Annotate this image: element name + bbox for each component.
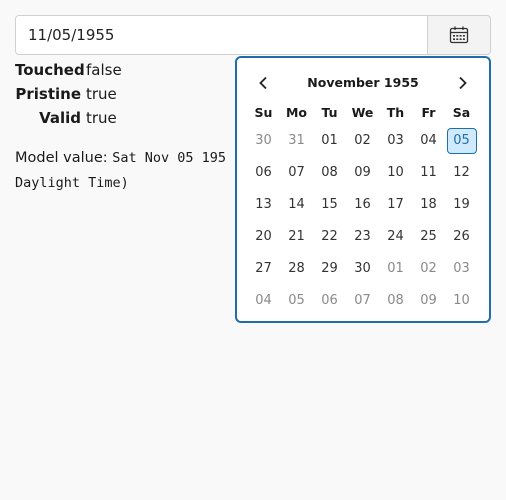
calendar-day[interactable]: 26 <box>447 224 477 250</box>
calendar-day[interactable]: 16 <box>348 192 378 218</box>
model-value: Model value: Sat Nov 05 195 Daylight Tim… <box>15 146 247 198</box>
calendar-day[interactable]: 31 <box>282 128 312 154</box>
model-label: Model value: <box>15 150 108 166</box>
calendar-day[interactable]: 08 <box>381 288 411 314</box>
model-value-text-cont: Daylight Time) <box>15 175 129 191</box>
calendar-day[interactable]: 07 <box>282 160 312 186</box>
calendar-day[interactable]: 21 <box>282 224 312 250</box>
calendar-day[interactable]: 22 <box>315 224 345 250</box>
status-label: Pristine <box>15 85 81 103</box>
calendar-day[interactable]: 23 <box>348 224 378 250</box>
calendar-day-selected[interactable]: 05 <box>446 128 477 154</box>
weekday-header: Fr <box>421 105 436 120</box>
status-label: Touched <box>15 61 85 79</box>
weekday-header: We <box>351 105 374 120</box>
next-month-button[interactable] <box>451 72 475 94</box>
weekday-header: Th <box>386 105 405 120</box>
calendar-day[interactable]: 30 <box>249 128 279 154</box>
calendar-day[interactable]: 24 <box>381 224 411 250</box>
calendar-day[interactable]: 10 <box>381 160 411 186</box>
calendar-day[interactable]: 09 <box>348 160 378 186</box>
calendar-day[interactable]: 11 <box>414 160 444 186</box>
status-value: false <box>86 61 122 79</box>
datepicker-popup: November 1955 Su Mo Tu We Th Fr Sa 30 31 01 02 03 04… <box>235 56 491 323</box>
calendar-day[interactable]: 06 <box>249 160 279 186</box>
calendar-day[interactable]: 12 <box>447 160 477 186</box>
date-input[interactable]: 11/05/1955 <box>15 15 427 55</box>
calendar-day[interactable]: 20 <box>249 224 279 250</box>
calendar-day[interactable]: 07 <box>348 288 378 314</box>
calendar-icon <box>449 26 469 44</box>
calendar-day[interactable]: 15 <box>315 192 345 218</box>
chevron-right-icon <box>459 76 467 90</box>
calendar-day[interactable]: 03 <box>381 128 411 154</box>
calendar-day[interactable]: 02 <box>348 128 378 154</box>
calendar-day[interactable]: 03 <box>447 256 477 282</box>
calendar-day[interactable]: 01 <box>381 256 411 282</box>
calendar-day[interactable]: 04 <box>249 288 279 314</box>
calendar-day[interactable]: 10 <box>447 288 477 314</box>
weekday-header: Tu <box>321 105 338 120</box>
model-value-text: Sat Nov 05 195 <box>112 150 227 166</box>
calendar-day[interactable]: 02 <box>414 256 444 282</box>
calendar-day[interactable]: 17 <box>381 192 411 218</box>
calendar-day[interactable]: 05 <box>282 288 312 314</box>
status-label: Valid <box>39 109 81 127</box>
calendar-day[interactable]: 30 <box>348 256 378 282</box>
calendar-day[interactable]: 09 <box>414 288 444 314</box>
calendar-day[interactable]: 25 <box>414 224 444 250</box>
calendar-day[interactable]: 04 <box>414 128 444 154</box>
calendar-day[interactable]: 13 <box>249 192 279 218</box>
weekday-header: Mo <box>285 105 308 120</box>
calendar-day[interactable]: 27 <box>249 256 279 282</box>
calendar-day[interactable]: 29 <box>315 256 345 282</box>
calendar-day[interactable]: 06 <box>315 288 345 314</box>
weekday-header: Sa <box>452 105 471 120</box>
status-value: true <box>86 109 117 127</box>
calendar-day[interactable]: 18 <box>414 192 444 218</box>
calendar-toggle-button[interactable] <box>427 15 491 55</box>
calendar-day[interactable]: 28 <box>282 256 312 282</box>
calendar-day[interactable]: 19 <box>447 192 477 218</box>
status-value: true <box>86 85 117 103</box>
calendar-day[interactable]: 01 <box>315 128 345 154</box>
calendar-day[interactable]: 14 <box>282 192 312 218</box>
calendar-day[interactable]: 08 <box>315 160 345 186</box>
weekday-header: Su <box>254 105 273 120</box>
